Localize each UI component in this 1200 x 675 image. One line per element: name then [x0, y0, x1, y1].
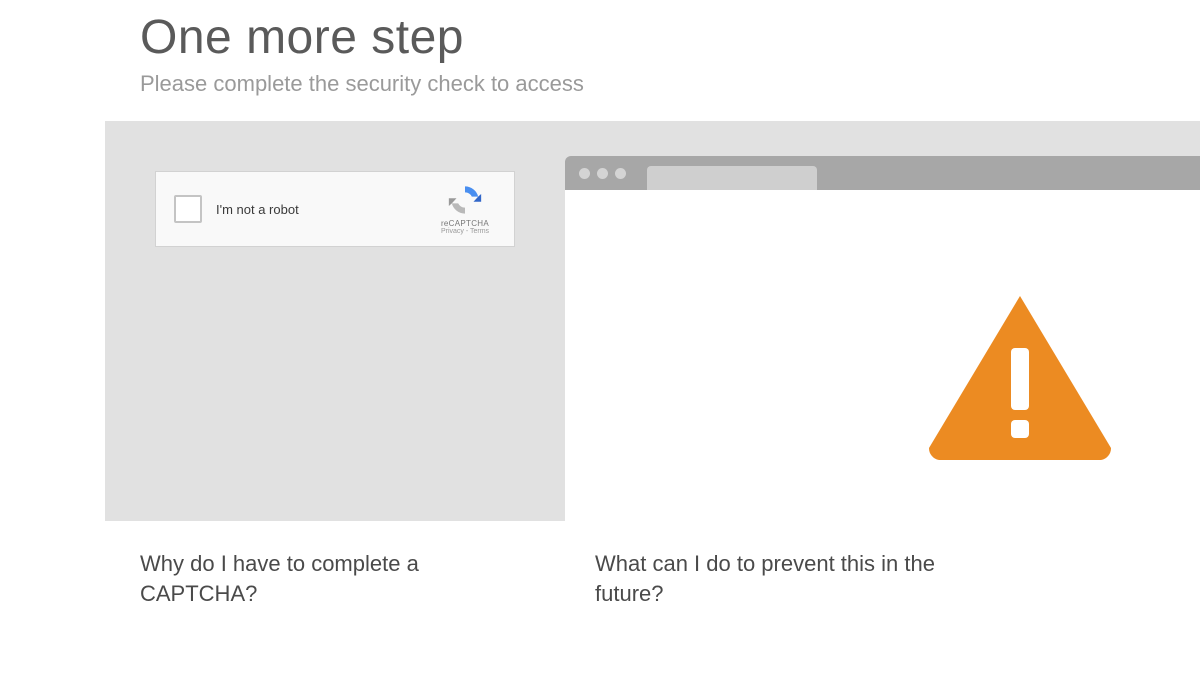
- browser-tab: [647, 166, 817, 190]
- recaptcha-label: I'm not a robot: [216, 202, 299, 217]
- recaptcha-widget: I'm not a robot reCAPTCHA Privacy - Term…: [155, 171, 515, 247]
- recaptcha-legal-links[interactable]: Privacy - Terms: [430, 228, 500, 235]
- recaptcha-brand-name: reCAPTCHA: [430, 219, 500, 228]
- content-stage: I'm not a robot reCAPTCHA Privacy - Term…: [105, 121, 1200, 521]
- browser-body: [565, 190, 1200, 545]
- browser-illustration-pane: [565, 171, 1200, 521]
- browser-window-mock: [565, 156, 1200, 545]
- warning-triangle-icon: [925, 290, 1115, 465]
- window-dot-icon: [579, 168, 590, 179]
- recaptcha-brand: reCAPTCHA Privacy - Terms: [430, 183, 500, 235]
- page-subtitle: Please complete the security check to ac…: [140, 71, 1200, 97]
- recaptcha-icon: [448, 183, 482, 217]
- captcha-pane: I'm not a robot reCAPTCHA Privacy - Term…: [155, 171, 515, 521]
- browser-titlebar: [565, 156, 1200, 190]
- window-dot-icon: [615, 168, 626, 179]
- window-dot-icon: [597, 168, 608, 179]
- page-title: One more step: [140, 10, 1200, 65]
- faq-question-captcha: Why do I have to complete a CAPTCHA?: [140, 549, 485, 608]
- recaptcha-checkbox[interactable]: [174, 195, 202, 223]
- faq-question-prevent: What can I do to prevent this in the fut…: [595, 549, 940, 608]
- page-header: One more step Please complete the securi…: [0, 0, 1200, 121]
- security-check-page: One more step Please complete the securi…: [0, 0, 1200, 608]
